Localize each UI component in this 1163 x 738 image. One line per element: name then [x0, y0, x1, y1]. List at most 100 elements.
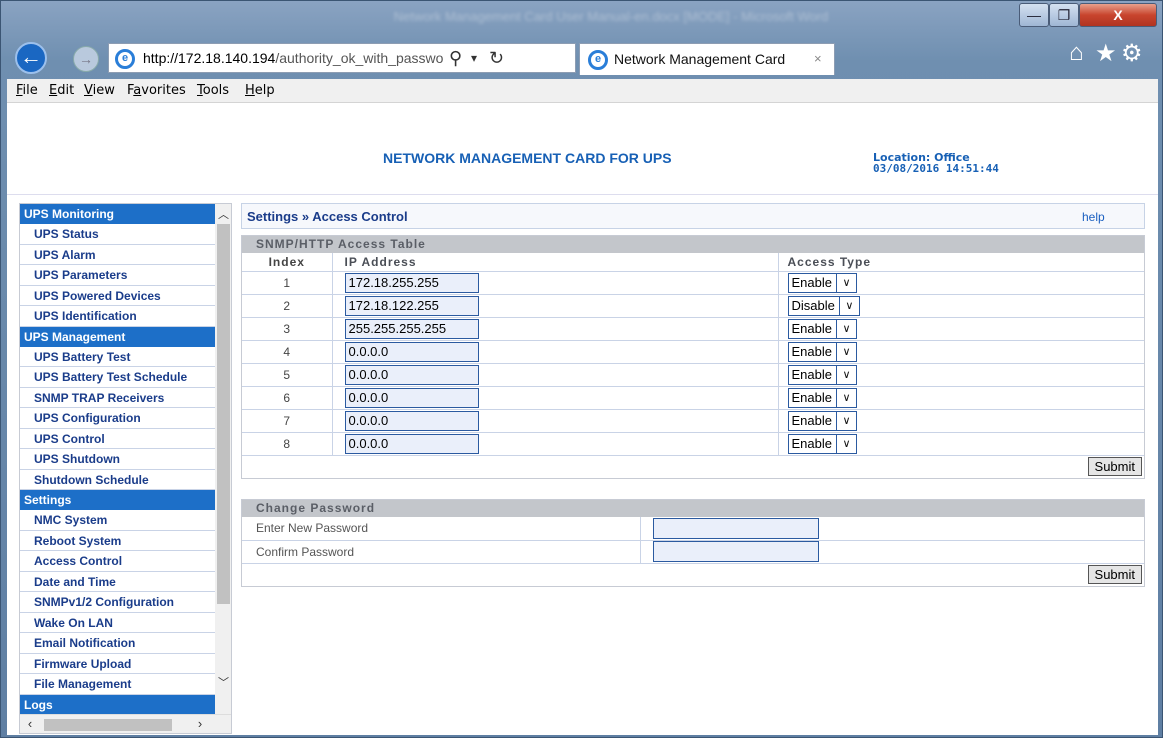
access-type-value: Enable — [791, 389, 832, 405]
sidebar-item-ups-shutdown[interactable]: UPS Shutdown — [20, 449, 215, 470]
minimize-button[interactable]: — — [1019, 3, 1049, 27]
access-table: Index IP Address Access Type 1 172.18.255… — [242, 253, 1144, 456]
menu-tools[interactable]: Tools — [197, 83, 229, 98]
sidebar-item-email-notification[interactable]: Email Notification — [20, 633, 215, 654]
menu-file[interactable]: File — [16, 83, 38, 98]
ip-address-input[interactable]: 0.0.0.0 — [344, 433, 479, 454]
help-link[interactable]: help — [1082, 210, 1105, 224]
section-heading: Change Password — [242, 500, 1144, 517]
access-type-select[interactable]: Enable ∨ — [787, 318, 857, 339]
submit-button[interactable]: Submit — [1087, 456, 1142, 476]
ip-address-input[interactable]: 172.18.122.255 — [344, 295, 479, 316]
url-path: /authority_ok_with_password. — [275, 50, 443, 66]
chevron-down-icon[interactable]: ∨ — [835, 411, 856, 430]
chevron-down-icon[interactable]: ∨ — [835, 388, 856, 407]
row-index: 8 — [242, 432, 333, 456]
ip-address-input[interactable]: 0.0.0.0 — [344, 341, 479, 362]
maximize-button[interactable]: ❐ — [1049, 3, 1079, 27]
chevron-down-icon[interactable]: ∨ — [838, 296, 859, 315]
access-cell: Enable ∨ — [778, 409, 1144, 433]
sidebar-item-wake-on-lan[interactable]: Wake On LAN — [20, 613, 215, 633]
dropdown-arrow-icon[interactable]: ▾ — [471, 44, 477, 72]
sidebar-item-ups-status[interactable]: UPS Status — [20, 224, 215, 245]
sidebar-item-ups-configuration[interactable]: UPS Configuration — [20, 408, 215, 429]
access-type-select[interactable]: Enable ∨ — [787, 341, 857, 362]
sidebar-item-ups-battery-test[interactable]: UPS Battery Test — [20, 347, 215, 367]
ip-address-input[interactable]: 0.0.0.0 — [344, 387, 479, 408]
sidebar-item-shutdown-schedule[interactable]: Shutdown Schedule — [20, 470, 215, 490]
sidebar-item-snmpv1-2-configuration[interactable]: SNMPv1/2 Configuration — [20, 592, 215, 613]
ip-cell: 0.0.0.0 — [332, 409, 779, 433]
ip-cell: 0.0.0.0 — [332, 340, 779, 364]
chevron-down-icon[interactable]: ∨ — [835, 365, 856, 384]
access-type-select[interactable]: Enable ∨ — [787, 410, 857, 431]
chevron-down-icon[interactable]: ∨ — [835, 273, 856, 292]
confirm-password-field[interactable] — [652, 541, 819, 562]
sidebar-group-header[interactable]: UPS Management — [20, 326, 215, 347]
access-type-select[interactable]: Enable ∨ — [787, 387, 857, 408]
sidebar-group-header[interactable]: Logs — [20, 694, 215, 715]
window-title: Network Management Card User Manual-en.d… — [393, 9, 829, 24]
chevron-down-icon[interactable]: ∨ — [835, 319, 856, 338]
sidebar-item-ups-alarm[interactable]: UPS Alarm — [20, 245, 215, 265]
sidebar-group-header[interactable]: UPS Monitoring — [20, 204, 215, 224]
star-icon[interactable]: ★ — [1095, 39, 1117, 68]
menu-help[interactable]: Help — [245, 83, 275, 98]
row-index: 2 — [242, 294, 333, 318]
new-password-field[interactable] — [652, 517, 819, 539]
home-icon[interactable]: ⌂ — [1069, 39, 1084, 67]
access-type-select[interactable]: Enable ∨ — [787, 433, 857, 454]
sidebar-item-reboot-system[interactable]: Reboot System — [20, 531, 215, 551]
ip-address-input[interactable]: 172.18.255.255 — [344, 272, 479, 293]
refresh-icon[interactable]: ↻ — [489, 44, 504, 72]
sidebar-horizontal-scrollbar[interactable]: ‹ › — [20, 714, 231, 733]
ip-address-input[interactable]: 255.255.255.255 — [344, 318, 479, 339]
scroll-left-icon[interactable]: ‹ — [22, 716, 38, 733]
ip-address-input[interactable]: 0.0.0.0 — [344, 364, 479, 385]
back-button[interactable]: ← — [15, 42, 47, 74]
menu-favorites[interactable]: Favorites — [127, 83, 186, 98]
sidebar-item-access-control[interactable]: Access Control — [20, 551, 215, 572]
gear-icon[interactable]: ⚙ — [1121, 39, 1143, 68]
sidebar-item-nmc-system[interactable]: NMC System — [20, 510, 215, 531]
close-button[interactable]: X — [1079, 3, 1157, 27]
tab-network-management-card[interactable]: e Network Management Card × — [579, 43, 835, 75]
sidebar-item-snmp-trap-receivers[interactable]: SNMP TRAP Receivers — [20, 388, 215, 408]
scroll-thumb[interactable] — [217, 224, 230, 604]
sidebar-item-ups-powered-devices[interactable]: UPS Powered Devices — [20, 286, 215, 306]
search-icon[interactable]: ⚲ — [449, 44, 462, 72]
confirm-password-label: Confirm Password — [242, 540, 641, 564]
access-type-select[interactable]: Disable ∨ — [787, 295, 860, 316]
scroll-right-icon[interactable]: › — [192, 716, 208, 733]
ip-address-input[interactable]: 0.0.0.0 — [344, 410, 479, 431]
menu-view[interactable]: View — [84, 83, 115, 98]
submit-button[interactable]: Submit — [1087, 564, 1142, 584]
ip-cell: 0.0.0.0 — [332, 386, 779, 410]
breadcrumb-bar: Settings » Access Control help — [241, 203, 1145, 229]
sidebar-item-ups-control[interactable]: UPS Control — [20, 429, 215, 449]
menu-edit[interactable]: Edit — [49, 83, 74, 98]
access-type-select[interactable]: Enable ∨ — [787, 272, 857, 293]
tab-close-icon[interactable]: × — [814, 44, 822, 74]
access-type-select[interactable]: Enable ∨ — [787, 364, 857, 385]
address-url[interactable]: http://172.18.140.194/authority_ok_with_… — [143, 44, 443, 72]
sidebar-item-ups-identification[interactable]: UPS Identification — [20, 306, 215, 327]
sidebar-group-header[interactable]: Settings — [20, 490, 215, 510]
sidebar-item-firmware-upload[interactable]: Firmware Upload — [20, 654, 215, 674]
row-index: 6 — [242, 386, 333, 410]
sidebar-item-ups-parameters[interactable]: UPS Parameters — [20, 265, 215, 286]
sidebar-item-date-and-time[interactable]: Date and Time — [20, 572, 215, 592]
confirm-password-cell — [640, 540, 1144, 564]
sidebar-item-ups-battery-test-schedule[interactable]: UPS Battery Test Schedule — [20, 367, 215, 388]
scroll-thumb[interactable] — [44, 719, 172, 731]
sidebar-item-file-management[interactable]: File Management — [20, 674, 215, 695]
scroll-up-icon[interactable]: ︿ — [215, 206, 231, 222]
address-bar[interactable]: e http://172.18.140.194/authority_ok_wit… — [108, 43, 576, 73]
ip-cell: 0.0.0.0 — [332, 363, 779, 387]
chevron-down-icon[interactable]: ∨ — [835, 434, 856, 453]
submit-row: Submit — [242, 456, 1144, 478]
sidebar-vertical-scrollbar[interactable]: ︿ ﹀ — [215, 204, 231, 714]
scroll-down-icon[interactable]: ﹀ — [215, 674, 231, 690]
forward-button[interactable]: → — [73, 46, 99, 72]
chevron-down-icon[interactable]: ∨ — [835, 342, 856, 361]
